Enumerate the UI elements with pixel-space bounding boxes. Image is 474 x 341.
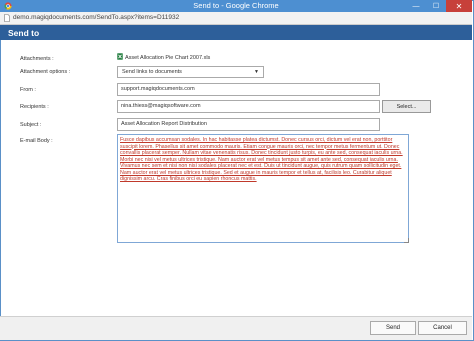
- recipients-value: nina.thiess@magiqsoftware.com: [121, 103, 201, 109]
- attachment-file-link[interactable]: Asset Allocation Pie Chart 2007.xls: [125, 55, 210, 61]
- chevron-down-icon[interactable]: ▼: [254, 69, 259, 75]
- email-body-text: Fusce dapibus accumsan sodales. In hac h…: [120, 137, 403, 183]
- recipients-label: Recipients :: [20, 104, 49, 110]
- email-body-label: E-mail Body :: [20, 138, 53, 144]
- attachments-label: Attachments :: [20, 56, 54, 62]
- page-icon: [4, 14, 10, 22]
- send-button[interactable]: Send: [370, 321, 416, 335]
- minimize-button[interactable]: —: [406, 0, 426, 12]
- subject-label: Subject :: [20, 122, 42, 128]
- cancel-button[interactable]: Cancel: [418, 321, 467, 335]
- resize-handle-icon[interactable]: [404, 238, 409, 243]
- window-title: Send to - Google Chrome: [193, 1, 279, 10]
- dialog-title: Send to: [8, 28, 40, 38]
- attachment-options-value: Send links to documents: [122, 69, 182, 75]
- dialog-header: [0, 25, 472, 40]
- close-button[interactable]: ✕: [446, 0, 472, 12]
- maximize-button[interactable]: ☐: [426, 0, 446, 12]
- attachment-options-label: Attachment options :: [20, 69, 71, 75]
- subject-value: Asset Allocation Report Distribution: [121, 121, 207, 127]
- excel-file-icon: [117, 53, 123, 60]
- select-recipients-button[interactable]: Select...: [382, 100, 431, 113]
- from-label: From :: [20, 87, 36, 93]
- from-value: support.magiqdocuments.com: [121, 86, 195, 92]
- url-text[interactable]: demo.magiqdocuments.com/SendTo.aspx?item…: [13, 14, 179, 21]
